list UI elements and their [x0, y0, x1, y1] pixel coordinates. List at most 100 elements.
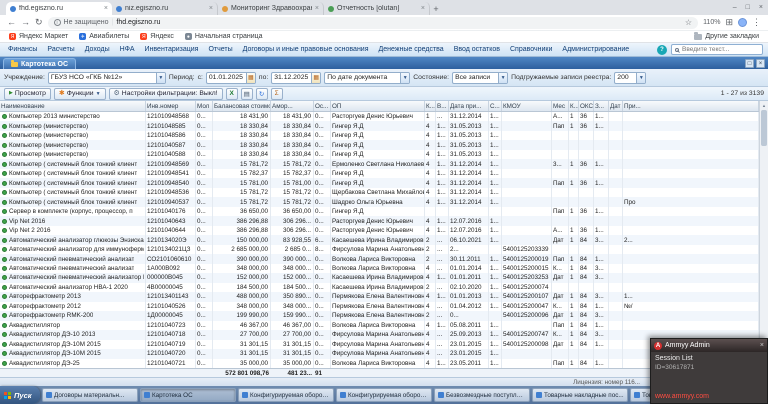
taskbar-window-button[interactable]: Конфигурируемая оборотн...	[238, 388, 334, 402]
table-row[interactable]: Аквадистиллятор121010407230...46 367,004…	[0, 321, 759, 330]
menu-item[interactable]: Инвентаризация	[140, 46, 204, 53]
table-row[interactable]: Автоматический пневматический анализатор…	[0, 273, 759, 282]
date-from-field[interactable]: 01.01.2025 ▦	[206, 72, 256, 84]
taskbar-window-button[interactable]: Безвозмездные поступлен...	[434, 388, 530, 402]
column-header[interactable]: Амор...	[271, 101, 314, 111]
table-row[interactable]: Авторефрактометр 2012121010405260...348 …	[0, 302, 759, 311]
vertical-scrollbar[interactable]: ▲ ▼	[759, 101, 768, 377]
browser-tab[interactable]: Отчетность [olutan]×	[324, 2, 430, 15]
bookmark-item[interactable]: ЯЯндекс	[140, 33, 174, 40]
close-window-icon[interactable]: ×	[759, 4, 763, 11]
view-button[interactable]: ▶ Просмотр	[4, 88, 51, 100]
column-header[interactable]: В...	[436, 101, 449, 111]
state-select[interactable]: Все записи ▼	[452, 72, 508, 84]
browser-tab[interactable]: niz.egiszno.ru×	[112, 2, 218, 15]
calendar-icon[interactable]: ▦	[246, 73, 255, 83]
institution-select[interactable]: ГБУЗ НСО «ГКБ №12» ▼	[48, 72, 166, 84]
export-excel-button[interactable]: X	[226, 88, 238, 100]
chevron-down-icon[interactable]: ▼	[498, 73, 507, 83]
menu-item[interactable]: Расчеты	[42, 46, 79, 53]
date-mode-select[interactable]: По дате документа ▼	[324, 72, 410, 84]
page-size-select[interactable]: 200 ▼	[614, 72, 646, 84]
taskbar-window-button[interactable]: Товарные накладные пос...	[532, 388, 628, 402]
table-row[interactable]: Vip Net 2016121010406430...386 296,88306…	[0, 216, 759, 225]
date-to-field[interactable]: 31.12.2025 ▦	[271, 72, 321, 84]
sum-button[interactable]: Σ	[271, 88, 283, 100]
column-header[interactable]: ОКС	[579, 101, 594, 111]
column-header[interactable]: К...	[569, 101, 579, 111]
column-header[interactable]: Инв.номер	[146, 101, 196, 111]
info-icon[interactable]: i	[54, 19, 61, 26]
refresh-button[interactable]: ↻	[256, 88, 268, 100]
table-row[interactable]: Аквадистиллятор ДЭ-10М 2015121010407190.…	[0, 340, 759, 349]
bookmark-item[interactable]: ЯЯндекс Маркет	[9, 33, 68, 40]
reload-icon[interactable]: ↻	[35, 18, 43, 27]
menu-kebab-icon[interactable]: ⋮	[752, 18, 761, 27]
table-row[interactable]: Аквадистиллятор ДЭ-25121010407210...35 0…	[0, 359, 759, 368]
taskbar-window-button[interactable]: Конфигурируемая оборотн...	[336, 388, 432, 402]
menu-item[interactable]: Администрирование	[557, 46, 634, 53]
chevron-down-icon[interactable]: ▼	[636, 73, 645, 83]
table-row[interactable]: Авторефрактометр 20131210134011430...488…	[0, 292, 759, 301]
bookmark-item[interactable]: ✈Авиабилеты	[79, 33, 129, 40]
menu-item[interactable]: Договоры и иные правовые основания	[238, 46, 374, 53]
table-row[interactable]: Аквадистиллятор ДЭ-10М 2015121010407200.…	[0, 349, 759, 358]
menu-item[interactable]: Финансы	[3, 46, 42, 53]
table-row[interactable]: Компьютер (министерство)121010405880...1…	[0, 150, 759, 159]
tab-kartoteka-os[interactable]: Картотека ОС	[3, 58, 76, 69]
table-row[interactable]: Автоматический анализатор для иммуноферм…	[0, 245, 759, 254]
column-header[interactable]: С...	[489, 101, 502, 111]
column-header[interactable]: К...	[425, 101, 436, 111]
taskbar-window-button[interactable]: Договоры материальн...	[42, 388, 138, 402]
table-row[interactable]: Компьютер (министерство)121010485860...1…	[0, 131, 759, 140]
table-row[interactable]: Компьютер ( системный блок тонкий клиент…	[0, 178, 759, 187]
column-header[interactable]: Мес	[552, 101, 569, 111]
extensions-icon[interactable]: ⊞	[725, 18, 733, 27]
column-header[interactable]: Дат	[609, 101, 623, 111]
menu-item[interactable]: Денежные средства	[374, 46, 449, 53]
menu-item[interactable]: НФА	[115, 46, 140, 53]
tab-close-icon[interactable]: ×	[209, 5, 213, 12]
new-tab-button[interactable]: +	[430, 3, 442, 15]
column-header[interactable]: Балансовая стоимость	[213, 101, 271, 111]
maximize-window-icon[interactable]: □	[746, 4, 750, 11]
search-input[interactable]	[682, 46, 759, 53]
forward-icon[interactable]: →	[21, 18, 30, 27]
table-row[interactable]: Автоматический пневматический анализатСО…	[0, 254, 759, 263]
restore-tab-icon[interactable]: □	[745, 59, 754, 68]
bookmark-item[interactable]: ●Начальная страница	[185, 33, 263, 40]
scroll-up-icon[interactable]: ▲	[760, 101, 768, 109]
tab-close-icon[interactable]: ×	[421, 5, 425, 12]
ammyy-admin-window[interactable]: A Ammyy Admin × Session List ID=30617871…	[650, 338, 768, 404]
table-row[interactable]: Сервер в комплекте (корпус, процессор, п…	[0, 207, 759, 216]
print-button[interactable]: ▤	[241, 88, 253, 100]
table-row[interactable]: Компьютер ( системный блок тонкий клиент…	[0, 159, 759, 168]
table-row[interactable]: Авторефрактометр RMK-2001Д000000450...19…	[0, 311, 759, 320]
menu-item[interactable]: Отчеты	[203, 46, 237, 53]
column-header[interactable]: Ос...	[314, 101, 331, 111]
close-tab-icon[interactable]: ×	[756, 59, 765, 68]
column-header[interactable]: З...	[594, 101, 609, 111]
column-header[interactable]: Мол	[196, 101, 213, 111]
taskbar-window-button[interactable]: Картотека ОС	[140, 388, 236, 402]
functions-button[interactable]: ✱ Функции ▼	[54, 88, 106, 100]
back-icon[interactable]: ←	[7, 18, 16, 27]
browser-tab[interactable]: fhd.egiszno.ru×	[6, 2, 112, 15]
close-icon[interactable]: ×	[760, 342, 764, 349]
minimize-window-icon[interactable]: –	[733, 4, 737, 11]
column-header[interactable]: При...	[623, 101, 759, 111]
table-row[interactable]: Аквадистиллятор ДЭ-10 2013121010407180..…	[0, 330, 759, 339]
bookmark-star-icon[interactable]: ☆	[685, 18, 692, 27]
table-row[interactable]: Автоматический анализатор глюкозы Энзиск…	[0, 235, 759, 244]
ammyy-title-bar[interactable]: A Ammyy Admin ×	[651, 339, 767, 352]
calendar-icon[interactable]: ▦	[311, 73, 320, 83]
column-header[interactable]: Дата при...	[449, 101, 489, 111]
support-icon[interactable]: ?	[657, 45, 667, 55]
chevron-down-icon[interactable]: ▼	[156, 73, 165, 83]
tab-close-icon[interactable]: ×	[104, 5, 108, 12]
menu-item[interactable]: Ввод остатков	[449, 46, 505, 53]
app-search[interactable]	[671, 44, 763, 55]
table-row[interactable]: Автоматический анализатор НВА-1 20204В00…	[0, 283, 759, 292]
table-row[interactable]: Компьютер ( системный блок тонкий клиент…	[0, 188, 759, 197]
table-row[interactable]: Компьютер (министерство)121010485850...1…	[0, 121, 759, 130]
